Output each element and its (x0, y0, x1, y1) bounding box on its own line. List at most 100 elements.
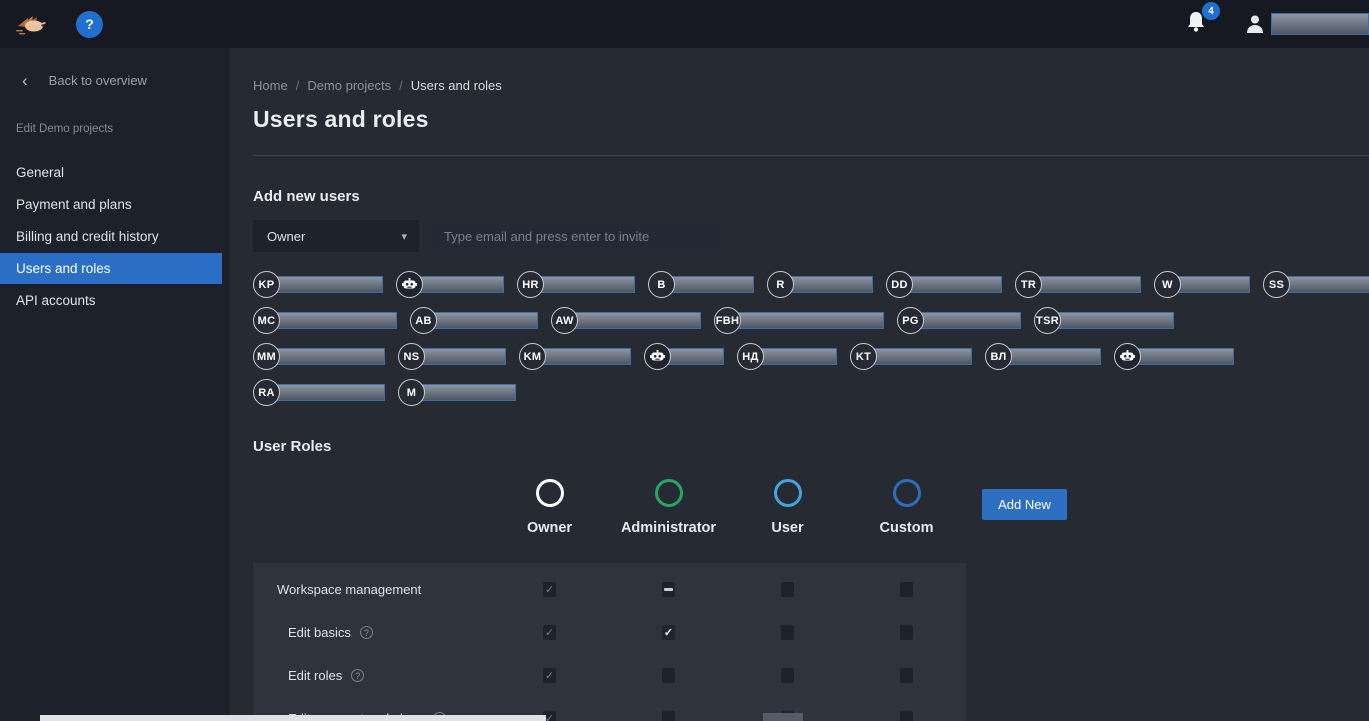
role-select-dropdown[interactable]: Owner ▾ (253, 220, 419, 252)
user-menu[interactable] (1245, 13, 1369, 35)
add-new-role-button[interactable]: Add New (982, 489, 1067, 520)
table-scrollbar-thumb[interactable] (763, 713, 803, 721)
checkbox-unchecked[interactable] (781, 668, 794, 683)
user-avatar: KT (850, 343, 877, 370)
sidebar-item-general[interactable]: General (0, 157, 230, 188)
user-chip[interactable]: RA (253, 379, 385, 406)
user-avatar: B (648, 271, 675, 298)
checkbox-checked-disabled[interactable] (543, 582, 556, 597)
user-chip[interactable]: M (398, 379, 516, 406)
checkbox-checked-disabled[interactable] (543, 668, 556, 683)
user-chip[interactable]: W (1154, 271, 1250, 298)
role-circle-icon[interactable] (774, 479, 802, 507)
user-chip[interactable]: KT (850, 343, 972, 370)
user-chip[interactable]: PG (897, 307, 1021, 334)
user-name-redacted (1056, 312, 1174, 329)
permission-cell-custom (847, 582, 966, 597)
checkbox-unchecked[interactable] (781, 582, 794, 597)
breadcrumb-separator: / (296, 78, 300, 93)
role-circle-icon[interactable] (655, 479, 683, 507)
user-name-redacted (1007, 348, 1101, 365)
back-to-overview-link[interactable]: ‹ Back to overview (0, 48, 230, 89)
user-avatar: AW (551, 307, 578, 334)
user-name-redacted (670, 276, 754, 293)
help-question-icon[interactable]: ? (351, 669, 364, 682)
sidebar-item-billing-and-credit-history[interactable]: Billing and credit history (0, 221, 230, 252)
checkbox-unchecked[interactable] (900, 582, 913, 597)
checkbox-unchecked[interactable] (900, 711, 913, 721)
user-chip[interactable]: TR (1015, 271, 1141, 298)
role-select-value: Owner (267, 229, 305, 244)
bot-avatar-icon (644, 343, 671, 370)
user-avatar: SS (1263, 271, 1290, 298)
user-chip-bot[interactable] (396, 271, 504, 298)
app-logo-hedgehog-icon[interactable] (14, 9, 50, 39)
chevron-left-icon: ‹ (22, 72, 28, 89)
topbar: ? 4 (0, 0, 1369, 48)
role-circle-icon[interactable] (893, 479, 921, 507)
user-chip[interactable]: TSR (1034, 307, 1174, 334)
invite-email-input[interactable] (430, 220, 722, 252)
role-column-administrator: Administrator (609, 479, 728, 536)
sidebar-item-users-and-roles[interactable]: Users and roles (0, 253, 222, 284)
user-name-redacted (1271, 13, 1369, 35)
user-chip[interactable]: AB (410, 307, 538, 334)
user-chip[interactable]: MM (253, 343, 385, 370)
user-chip-bot[interactable] (1114, 343, 1234, 370)
user-chip[interactable]: FBH (714, 307, 884, 334)
user-name-redacted (1285, 276, 1369, 293)
checkbox-checked[interactable] (662, 625, 675, 640)
checkbox-checked-disabled[interactable] (543, 625, 556, 640)
user-chip[interactable]: DD (886, 271, 1002, 298)
sidebar-item-payment-and-plans[interactable]: Payment and plans (0, 189, 230, 220)
user-name-redacted (275, 348, 385, 365)
user-chip[interactable]: ВЛ (985, 343, 1101, 370)
user-avatar: PG (897, 307, 924, 334)
user-chip[interactable]: MC (253, 307, 397, 334)
user-name-redacted (789, 276, 873, 293)
permission-cell-administrator (609, 625, 728, 640)
notification-count-badge: 4 (1202, 2, 1220, 20)
permission-row: Edit roles? (253, 654, 966, 697)
user-chip[interactable]: HR (517, 271, 635, 298)
horizontal-scrollbar-thumb[interactable] (40, 715, 546, 721)
user-chip[interactable]: B (648, 271, 754, 298)
user-chip[interactable]: SS (1263, 271, 1369, 298)
user-chip[interactable]: R (767, 271, 873, 298)
user-chip[interactable]: KP (253, 271, 383, 298)
user-name-redacted (1176, 276, 1250, 293)
permission-cell-user (728, 668, 847, 683)
user-name-redacted (872, 348, 972, 365)
checkbox-unchecked[interactable] (900, 668, 913, 683)
user-avatar: M (398, 379, 425, 406)
breadcrumb-item[interactable]: Home (253, 78, 288, 93)
user-avatar: TR (1015, 271, 1042, 298)
user-roles-heading: User Roles (253, 438, 1369, 455)
breadcrumb-item[interactable]: Demo projects (307, 78, 391, 93)
help-question-icon[interactable]: ? (360, 626, 373, 639)
role-column-owner: Owner (490, 479, 609, 536)
permission-cell-owner (490, 582, 609, 597)
user-chip[interactable]: AW (551, 307, 701, 334)
checkbox-unchecked[interactable] (781, 625, 794, 640)
notifications-button[interactable]: 4 (1185, 9, 1211, 39)
sidebar-item-api-accounts[interactable]: API accounts (0, 285, 230, 316)
user-chip[interactable]: KM (519, 343, 631, 370)
user-chip-bot[interactable] (644, 343, 724, 370)
checkbox-unchecked[interactable] (662, 668, 675, 683)
user-chip[interactable]: NS (398, 343, 506, 370)
role-circle-icon[interactable] (536, 479, 564, 507)
checkbox-indeterminate[interactable] (662, 582, 675, 597)
user-name-redacted (759, 348, 837, 365)
checkbox-unchecked[interactable] (662, 711, 675, 721)
help-button[interactable]: ? (76, 11, 103, 38)
add-users-controls: Owner ▾ (253, 220, 1369, 252)
user-avatar: FBH (714, 307, 741, 334)
checkbox-unchecked[interactable] (900, 625, 913, 640)
user-chip[interactable]: НД (737, 343, 837, 370)
permission-cell-user (728, 625, 847, 640)
role-column-label: Custom (880, 520, 934, 536)
permission-cell-custom (847, 711, 966, 721)
permission-label-text: Workspace management (277, 582, 421, 597)
user-name-redacted (666, 348, 724, 365)
